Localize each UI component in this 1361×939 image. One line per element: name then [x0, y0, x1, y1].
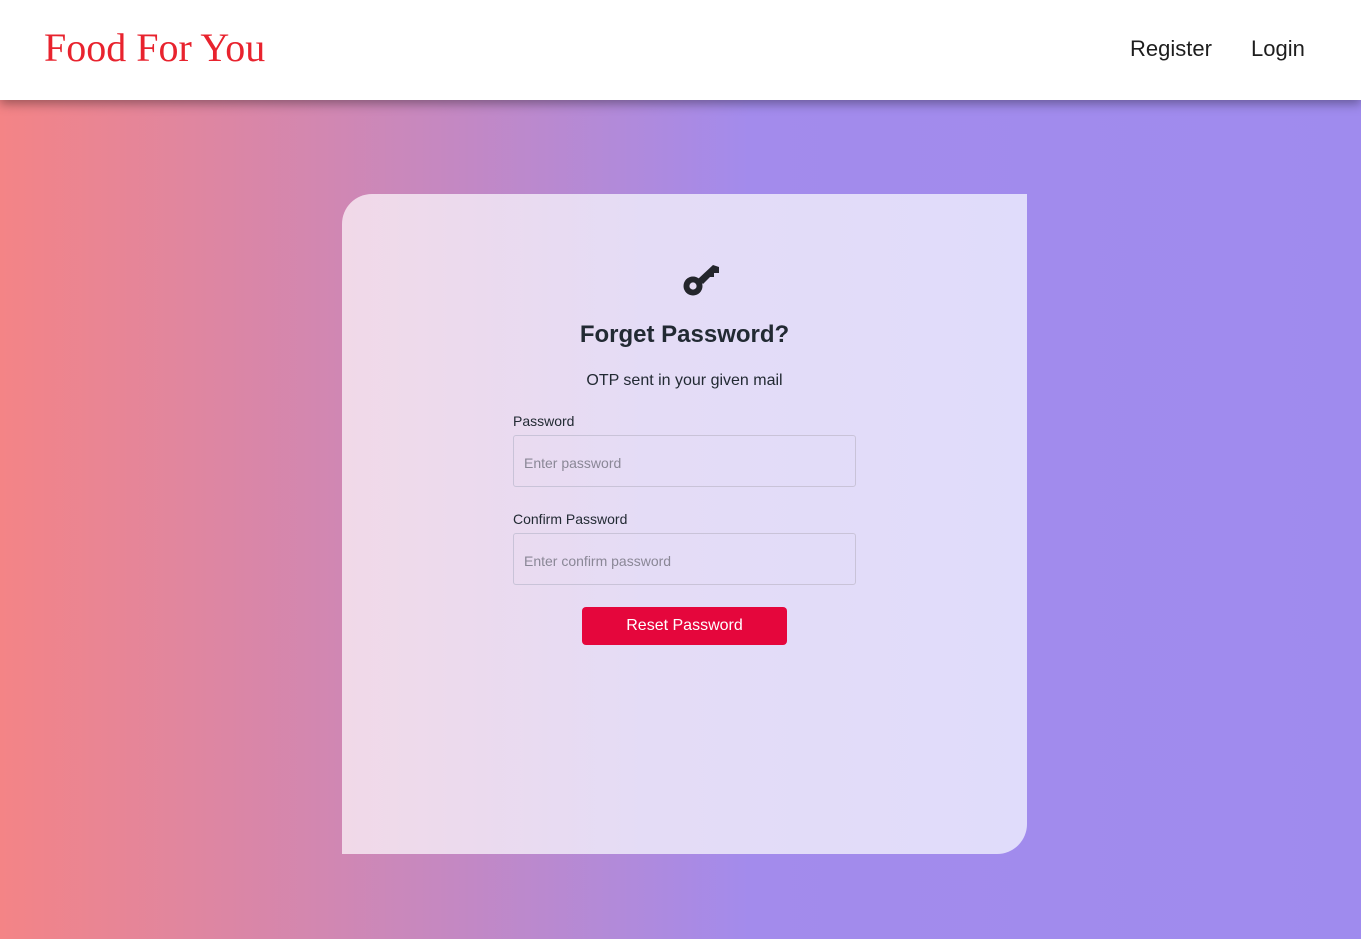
key-icon — [683, 265, 719, 296]
reset-password-button[interactable]: Reset Password — [582, 607, 787, 645]
confirm-password-input[interactable] — [513, 533, 856, 585]
otp-info-text: OTP sent in your given mail — [586, 372, 783, 389]
navbar: Food For You Register Login — [0, 0, 1361, 100]
confirm-password-label: Confirm Password — [513, 511, 628, 527]
forgot-password-card: Forget Password? OTP sent in your given … — [342, 194, 1027, 854]
password-input[interactable] — [513, 435, 856, 487]
brand-logo[interactable]: Food For You — [44, 25, 265, 71]
password-label: Password — [513, 413, 575, 429]
page-title: Forget Password? — [579, 321, 790, 348]
register-link[interactable]: Register — [1130, 35, 1212, 63]
login-link[interactable]: Login — [1251, 35, 1305, 63]
